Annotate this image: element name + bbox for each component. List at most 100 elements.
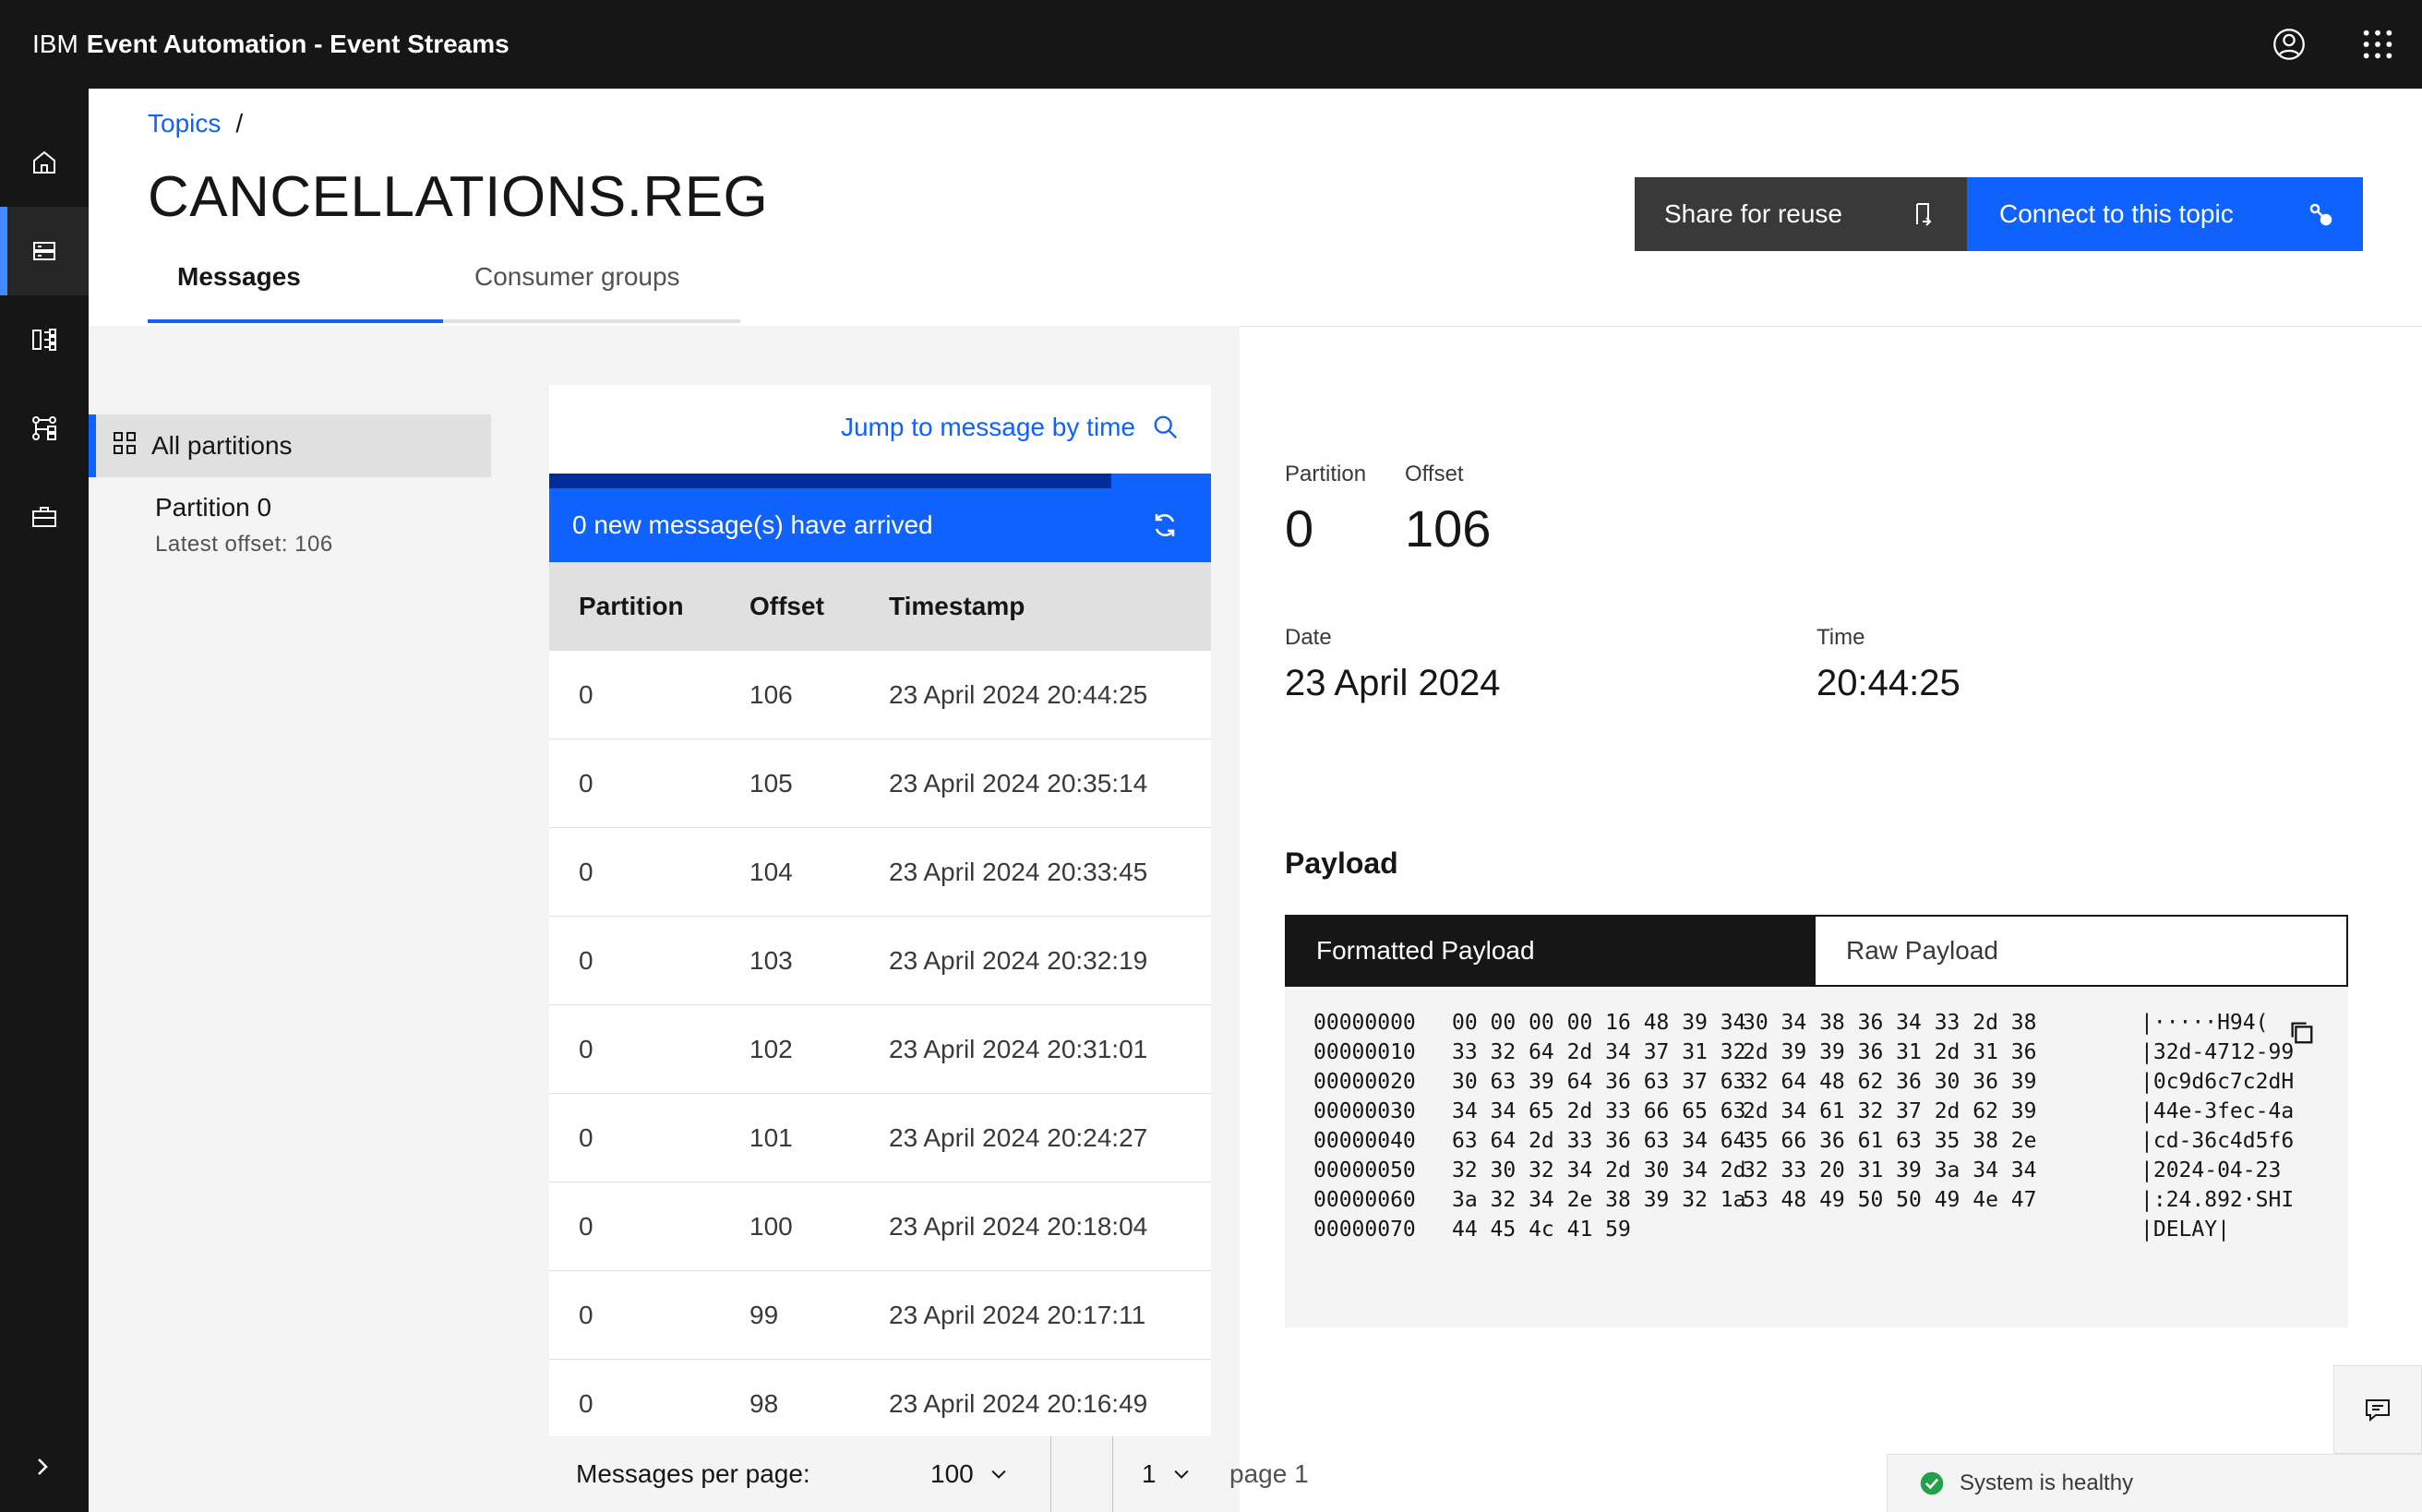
feedback-button[interactable]	[2333, 1365, 2422, 1454]
hex-ascii: |32d-4712-99	[2140, 1040, 2295, 1064]
pagination-bar: Messages per page: 100 1 page 1	[549, 1436, 1309, 1512]
detail-offset-value: 106	[1405, 499, 1492, 558]
hex-b2: 2d 34 61 32 37 2d 62 39	[1743, 1099, 2037, 1123]
breadcrumb-topics-link[interactable]: Topics	[148, 109, 221, 138]
partition-0-item[interactable]: Partition 0	[155, 493, 271, 522]
hex-b1: 3a 32 34 2e 38 39 32 1a	[1452, 1188, 1746, 1212]
jump-to-message-link[interactable]: Jump to message by time	[841, 413, 1180, 442]
table-row[interactable]: 0 100 23 April 2024 20:18:04	[549, 1182, 1211, 1271]
share-for-reuse-button[interactable]: Share for reuse	[1635, 177, 1967, 251]
search-icon	[1154, 415, 1178, 439]
table-row[interactable]: 0 104 23 April 2024 20:33:45	[549, 828, 1211, 917]
tab-messages[interactable]: Messages	[148, 234, 443, 323]
pager-divider	[1050, 1436, 1051, 1512]
nav-toolbox[interactable]	[0, 473, 89, 561]
cell-offset: 106	[749, 680, 793, 709]
nav-topics[interactable]	[0, 207, 89, 295]
hex-offset: 00000010	[1313, 1040, 1416, 1064]
column-partition[interactable]: Partition	[579, 562, 684, 651]
cell-partition: 0	[579, 946, 594, 975]
hex-b1: 00 00 00 00 16 48 39 34	[1452, 1011, 1746, 1035]
system-health-status: System is healthy	[1887, 1454, 2422, 1512]
cell-partition: 0	[579, 1389, 594, 1418]
hex-b1: 44 45 4c 41 59	[1452, 1218, 1631, 1242]
top-header: IBM Event Automation - Event Streams	[0, 0, 2422, 89]
cell-offset: 100	[749, 1212, 793, 1241]
per-page-select[interactable]: 100	[930, 1436, 1009, 1512]
jump-link-label: Jump to message by time	[840, 413, 1135, 441]
hex-ascii: |2024-04-23	[2140, 1158, 2282, 1182]
per-page-value: 100	[930, 1459, 974, 1488]
cell-offset: 101	[749, 1123, 793, 1152]
app-switcher-icon[interactable]	[2356, 22, 2400, 66]
detail-time-value: 20:44:25	[1816, 663, 1960, 703]
detail-offset-label: Offset	[1405, 462, 1464, 486]
table-row[interactable]: 0 102 23 April 2024 20:31:01	[549, 1005, 1211, 1094]
cell-timestamp: 23 April 2024 20:24:27	[889, 1123, 1148, 1152]
hex-offset: 00000050	[1313, 1158, 1416, 1182]
cell-offset: 99	[749, 1301, 779, 1329]
table-row[interactable]: 0 99 23 April 2024 20:17:11	[549, 1271, 1211, 1360]
detail-date-label: Date	[1285, 625, 1332, 650]
refresh-icon[interactable]	[1150, 510, 1180, 546]
hex-b1: 33 32 64 2d 34 37 31 32	[1452, 1040, 1746, 1064]
hex-ascii: |0c9d6c7c2dH	[2140, 1070, 2295, 1094]
cell-offset: 102	[749, 1035, 793, 1063]
column-offset[interactable]: Offset	[749, 562, 824, 651]
page-title: CANCELLATIONS.REG	[148, 165, 769, 229]
connect-button-label: Connect to this topic	[1999, 199, 2234, 228]
hex-b2: 32 33 20 31 39 3a 34 34	[1743, 1158, 2037, 1182]
hex-b1: 30 63 39 64 36 63 37 63	[1452, 1070, 1746, 1094]
all-partitions-item[interactable]: All partitions	[89, 414, 491, 477]
hex-ascii: |cd-36c4d5f6	[2140, 1129, 2295, 1153]
hex-ascii: |·····H94(	[2140, 1011, 2269, 1035]
cell-partition: 0	[579, 769, 594, 798]
tab-formatted-payload[interactable]: Formatted Payload	[1285, 915, 1816, 987]
brand-ibm: IBM	[32, 30, 78, 58]
tab-consumer-groups[interactable]: Consumer groups	[443, 234, 740, 323]
hex-ascii: |:24.892·SHI	[2140, 1188, 2295, 1212]
table-row[interactable]: 0 105 23 April 2024 20:35:14	[549, 739, 1211, 828]
chevron-down-icon	[991, 1470, 1006, 1479]
hex-offset: 00000060	[1313, 1188, 1416, 1212]
nav-home[interactable]	[0, 118, 89, 207]
pager-divider	[1112, 1436, 1113, 1512]
brand-name[interactable]: IBM Event Automation - Event Streams	[32, 0, 510, 89]
share-icon	[1908, 199, 1937, 235]
table-row[interactable]: 0 106 23 April 2024 20:44:25	[549, 651, 1211, 739]
column-timestamp[interactable]: Timestamp	[889, 562, 1025, 651]
nav-schema-registry[interactable]	[0, 384, 89, 473]
user-avatar-icon[interactable]	[2267, 22, 2311, 66]
brand-product: Event Automation - Event Streams	[86, 30, 510, 58]
page-select[interactable]: 1	[1142, 1436, 1192, 1512]
connect-to-topic-button[interactable]: Connect to this topic	[1967, 177, 2363, 251]
nav-consumer-groups[interactable]	[0, 295, 89, 384]
cell-timestamp: 23 April 2024 20:18:04	[889, 1212, 1148, 1241]
table-row[interactable]: 0 101 23 April 2024 20:24:27	[549, 1094, 1211, 1182]
tab-raw-payload[interactable]: Raw Payload	[1816, 915, 2348, 987]
schema-registry-icon	[32, 416, 56, 440]
cell-timestamp: 23 April 2024 20:17:11	[889, 1301, 1146, 1329]
hex-b2: 35 66 36 61 63 35 38 2e	[1743, 1129, 2037, 1153]
grid-icon	[113, 431, 137, 462]
new-messages-banner: 0 new message(s) have arrived	[549, 488, 1211, 562]
topics-icon	[33, 242, 55, 260]
chevron-down-icon	[1173, 1470, 1189, 1479]
payload-hex-view: 00000000 00 00 00 00 16 48 39 34 30 34 38 …	[1285, 987, 2348, 1327]
table-row[interactable]: 0 103 23 April 2024 20:32:19	[549, 917, 1211, 1005]
cell-partition: 0	[579, 858, 594, 886]
copy-icon[interactable]	[2287, 1018, 2315, 1051]
hex-b1: 32 30 32 34 2d 30 34 2d	[1452, 1158, 1746, 1182]
payload-title: Payload	[1285, 846, 1398, 880]
cell-partition: 0	[579, 1123, 594, 1152]
cell-partition: 0	[579, 680, 594, 709]
home-icon	[33, 150, 55, 174]
table-row[interactable]: 0 98 23 April 2024 20:16:49	[549, 1360, 1211, 1448]
chevron-right-icon[interactable]	[28, 1452, 57, 1486]
side-nav	[0, 89, 89, 1512]
cell-partition: 0	[579, 1212, 594, 1241]
cell-partition: 0	[579, 1035, 594, 1063]
hex-b2: 32 64 48 62 36 30 36 39	[1743, 1070, 2037, 1094]
hex-b1: 63 64 2d 33 36 63 34 64	[1452, 1129, 1746, 1153]
breadcrumb-separator: /	[235, 109, 244, 138]
